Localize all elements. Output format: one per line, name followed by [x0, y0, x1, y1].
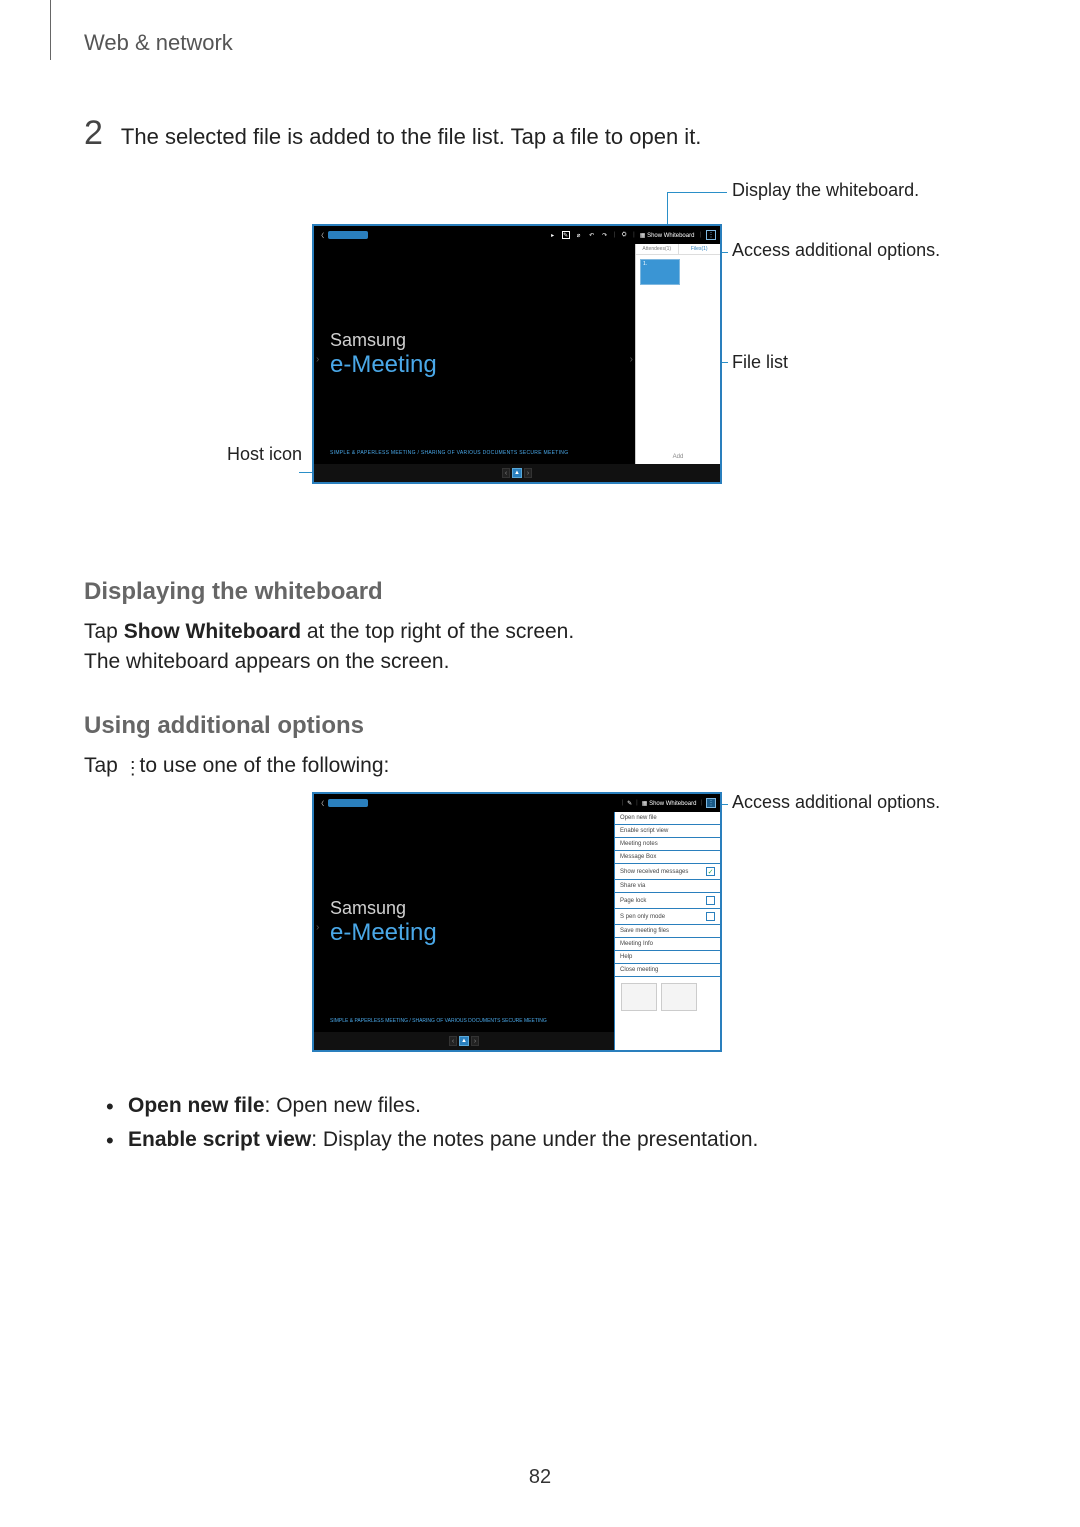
- figure-2: Access additional options. 〈 | ✎ | ▦ Sho…: [112, 792, 952, 1072]
- side-panel: Attendees(1) Files(1) 1. Add: [635, 244, 720, 464]
- para-whiteboard-appears: The whiteboard appears on the screen.: [84, 650, 980, 674]
- host-icon[interactable]: ▲: [459, 1036, 469, 1046]
- checkbox-unchecked-icon[interactable]: [706, 896, 715, 905]
- screenshot-meeting-main: 〈 ▸ ✎ ⌀ ↶ ↷ | ⛭ | ▦ Show Whiteboard | ⋮: [312, 224, 722, 484]
- slide-thumb[interactable]: [661, 983, 697, 1011]
- tab-attendees[interactable]: Attendees(1): [636, 244, 678, 255]
- step-number: 2: [84, 116, 103, 150]
- callout-file-list: File list: [732, 352, 788, 373]
- show-whiteboard-button[interactable]: ▦ Show Whiteboard: [642, 800, 697, 807]
- menu-message-box[interactable]: Message Box: [615, 851, 720, 864]
- checkbox-checked-icon[interactable]: ✓: [706, 867, 715, 876]
- menu-save-meeting-files[interactable]: Save meeting files: [615, 925, 720, 938]
- eraser-icon[interactable]: ⌀: [575, 231, 583, 239]
- add-file-button[interactable]: Add: [636, 454, 720, 460]
- file-thumbnail[interactable]: 1.: [640, 259, 680, 285]
- title-chip: [328, 799, 368, 807]
- redo-icon[interactable]: ↷: [601, 231, 609, 239]
- figure-1: Display the whiteboard. Access additiona…: [112, 180, 952, 540]
- host-pager: ‹ ▲ ›: [449, 1036, 479, 1046]
- para-tap-show-whiteboard: Tap Show Whiteboard at the top right of …: [84, 620, 980, 644]
- list-item: Open new file: Open new files.: [106, 1094, 980, 1118]
- app-toolbar: 〈 ▸ ✎ ⌀ ↶ ↷ | ⛭ | ▦ Show Whiteboard | ⋮: [314, 226, 720, 244]
- show-whiteboard-button[interactable]: ▦ Show Whiteboard: [640, 232, 695, 239]
- checkbox-unchecked-icon[interactable]: [706, 912, 715, 921]
- pager-next-icon[interactable]: ›: [524, 468, 532, 478]
- screenshot-meeting-menu: 〈 | ✎ | ▦ Show Whiteboard | ⋮ › Samsung …: [312, 792, 722, 1052]
- slide-tagline: SIMPLE & PAPERLESS MEETING / SHARING OF …: [330, 1018, 547, 1024]
- step-text: The selected file is added to the file l…: [121, 124, 702, 150]
- menu-close-meeting[interactable]: Close meeting: [615, 964, 720, 977]
- tab-files[interactable]: Files(1): [678, 244, 721, 255]
- next-slide-icon[interactable]: ›: [630, 354, 633, 365]
- more-options-icon[interactable]: ⋮: [706, 798, 716, 808]
- slide-brand: Samsung: [330, 898, 598, 919]
- undo-icon[interactable]: ↶: [588, 231, 596, 239]
- menu-s-pen-only-mode[interactable]: S pen only mode: [615, 909, 720, 925]
- menu-meeting-notes[interactable]: Meeting notes: [615, 838, 720, 851]
- prev-slide-icon[interactable]: ›: [316, 354, 319, 365]
- callout-access-options-2: Access additional options.: [732, 792, 952, 813]
- more-options-icon[interactable]: ⋮: [706, 230, 716, 240]
- pin-icon[interactable]: ✎: [627, 800, 632, 807]
- step-row: 2 The selected file is added to the file…: [84, 116, 980, 150]
- back-icon[interactable]: 〈: [318, 799, 324, 808]
- back-icon[interactable]: 〈: [318, 231, 324, 240]
- menu-meeting-info[interactable]: Meeting Info: [615, 938, 720, 951]
- slide-brand: Samsung: [330, 330, 619, 351]
- host-pager: ‹ ▲ ›: [502, 468, 532, 478]
- title-chip: [328, 231, 368, 239]
- callout-access-options: Access additional options.: [732, 240, 952, 261]
- app-toolbar-2: 〈 | ✎ | ▦ Show Whiteboard | ⋮: [314, 794, 720, 812]
- bottom-bar: ‹ ▲ ›: [314, 464, 720, 482]
- list-item: Enable script view: Display the notes pa…: [106, 1128, 980, 1152]
- menu-help[interactable]: Help: [615, 951, 720, 964]
- para-tap-more: Tap to use one of the following:: [84, 754, 980, 778]
- slide-product: e-Meeting: [330, 351, 619, 379]
- callout-display-whiteboard: Display the whiteboard.: [732, 180, 932, 201]
- slide-product: e-Meeting: [330, 919, 598, 947]
- heading-using-additional-options: Using additional options: [84, 712, 980, 740]
- file-list: 1.: [636, 255, 720, 289]
- pointer-icon[interactable]: ▸: [549, 231, 557, 239]
- pager-prev-icon[interactable]: ‹: [449, 1036, 457, 1046]
- callout-host-icon: Host icon: [227, 444, 302, 465]
- bottom-bar-2: ‹ ▲ ›: [314, 1032, 614, 1050]
- participants-icon[interactable]: ⛭: [620, 231, 628, 239]
- pager-next-icon[interactable]: ›: [471, 1036, 479, 1046]
- presentation-area: › › Samsung e-Meeting SIMPLE & PAPERLESS…: [314, 244, 635, 464]
- menu-share-via[interactable]: Share via: [615, 880, 720, 893]
- more-options-inline-icon: [124, 756, 134, 772]
- pager-prev-icon[interactable]: ‹: [502, 468, 510, 478]
- options-menu: Open new file Enable script view Meeting…: [614, 812, 720, 1050]
- menu-page-lock[interactable]: Page lock: [615, 893, 720, 909]
- page-number: 82: [0, 1466, 1080, 1489]
- menu-open-new-file[interactable]: Open new file: [615, 812, 720, 825]
- heading-displaying-whiteboard: Displaying the whiteboard: [84, 578, 980, 606]
- presentation-area-2: › Samsung e-Meeting SIMPLE & PAPERLESS M…: [314, 812, 614, 1032]
- host-icon[interactable]: ▲: [512, 468, 522, 478]
- menu-show-received-messages[interactable]: Show received messages✓: [615, 864, 720, 880]
- slide-tagline: SIMPLE & PAPERLESS MEETING / SHARING OF …: [330, 450, 568, 456]
- pen-icon[interactable]: ✎: [562, 231, 570, 239]
- slide-thumb[interactable]: [621, 983, 657, 1011]
- prev-slide-icon[interactable]: ›: [316, 922, 319, 933]
- breadcrumb: Web & network: [0, 0, 1080, 56]
- options-description-list: Open new file: Open new files. Enable sc…: [106, 1094, 980, 1152]
- menu-thumbs: [615, 977, 720, 1017]
- menu-enable-script-view[interactable]: Enable script view: [615, 825, 720, 838]
